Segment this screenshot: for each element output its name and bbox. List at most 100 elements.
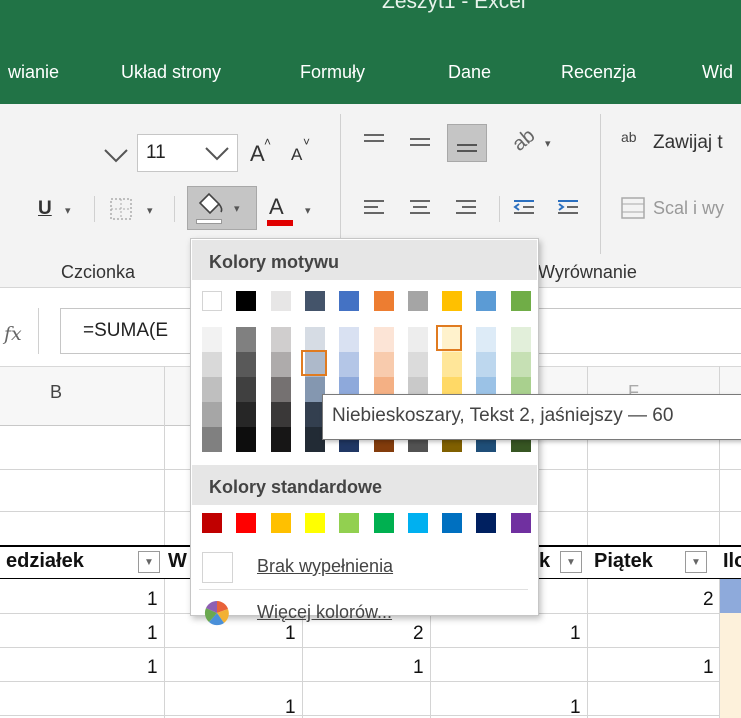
theme-color-swatch[interactable]: [202, 291, 222, 311]
filter-dropdown-icon[interactable]: ▼: [138, 551, 160, 573]
theme-shade-swatch[interactable]: [373, 327, 394, 352]
table-cell[interactable]: 1: [147, 623, 158, 645]
standard-color-swatch[interactable]: [339, 513, 360, 533]
theme-shade-swatch[interactable]: [270, 352, 291, 377]
standard-color-swatch[interactable]: [270, 513, 291, 533]
theme-color-swatch[interactable]: [339, 291, 360, 311]
theme-shade-swatch[interactable]: [476, 327, 497, 352]
font-name-dropdown[interactable]: [98, 138, 132, 170]
theme-shade-swatch[interactable]: [202, 402, 222, 427]
align-middle-button[interactable]: [404, 126, 436, 158]
theme-shade-swatch[interactable]: [236, 402, 257, 427]
filter-dropdown-icon[interactable]: ▼: [685, 551, 707, 573]
decrease-indent-button[interactable]: [508, 192, 540, 224]
standard-color-swatch[interactable]: [442, 513, 463, 533]
table-cell[interactable]: 2: [703, 589, 714, 611]
table-cell[interactable]: 1: [413, 657, 424, 679]
no-fill-label: Brak wypełnienia: [257, 556, 394, 576]
tab-formulas[interactable]: Formuły: [300, 62, 365, 83]
theme-shade-swatch[interactable]: [202, 427, 222, 452]
underline-button[interactable]: U ▾: [32, 190, 84, 228]
table-header-cell[interactable]: k: [539, 550, 550, 573]
table-cell[interactable]: 1: [285, 623, 296, 645]
no-fill-menu-item[interactable]: Brak wypełnienia: [257, 556, 393, 577]
theme-color-swatch[interactable]: [270, 291, 291, 311]
theme-shade-swatch[interactable]: [339, 352, 360, 377]
tab-review[interactable]: Recenzja: [561, 62, 636, 83]
theme-shade-swatch[interactable]: [202, 327, 222, 352]
theme-shade-swatch[interactable]: [270, 402, 291, 427]
filter-dropdown-icon[interactable]: ▼: [560, 551, 582, 573]
theme-color-swatch[interactable]: [373, 291, 394, 311]
theme-shade-swatch[interactable]: [407, 352, 428, 377]
standard-color-swatch[interactable]: [407, 513, 428, 533]
theme-color-swatch[interactable]: [476, 291, 497, 311]
theme-color-swatch[interactable]: [407, 291, 428, 311]
standard-color-swatch[interactable]: [202, 513, 222, 533]
align-bottom-icon: [457, 144, 477, 152]
theme-shade-swatch[interactable]: [236, 352, 257, 377]
wrap-text-button[interactable]: ab Zawijaj t: [616, 126, 741, 160]
tab-insert-partial[interactable]: wianie: [8, 62, 59, 83]
tab-data[interactable]: Dane: [448, 62, 491, 83]
fill-color-button[interactable]: ▾: [187, 186, 257, 230]
function-icon[interactable]: fx: [4, 323, 22, 345]
standard-color-swatch[interactable]: [510, 513, 531, 533]
more-colors-menu-item[interactable]: Więcej kolorów...: [257, 602, 392, 623]
table-cell[interactable]: 2: [413, 623, 424, 645]
table-header-cell[interactable]: Piątek: [594, 550, 653, 573]
theme-shade-swatch[interactable]: [270, 427, 291, 452]
theme-shade-swatch[interactable]: [236, 427, 257, 452]
font-color-button[interactable]: A ▾: [262, 190, 322, 230]
theme-color-swatch[interactable]: [304, 291, 325, 311]
standard-color-swatch[interactable]: [373, 513, 394, 533]
align-left-icon: [364, 200, 384, 214]
theme-shade-swatch[interactable]: [270, 327, 291, 352]
table-cell[interactable]: 1: [147, 657, 158, 679]
align-center-button[interactable]: [404, 192, 436, 224]
table-cell[interactable]: 1: [147, 589, 158, 611]
theme-shade-swatch[interactable]: [510, 352, 531, 377]
align-right-button[interactable]: [450, 192, 482, 224]
theme-shade-swatch[interactable]: [476, 352, 497, 377]
table-cell[interactable]: 1: [703, 657, 714, 679]
dropdown-arrow-icon[interactable]: ▾: [234, 202, 240, 215]
standard-color-swatch[interactable]: [236, 513, 257, 533]
tab-view-partial[interactable]: Wid: [702, 62, 733, 83]
standard-color-swatch[interactable]: [476, 513, 497, 533]
standard-color-swatch[interactable]: [304, 513, 325, 533]
no-fill-swatch[interactable]: [202, 552, 233, 583]
font-size-combobox[interactable]: 11: [137, 134, 238, 172]
theme-shade-swatch[interactable]: [236, 377, 257, 402]
theme-shade-swatch[interactable]: [202, 377, 222, 402]
increase-indent-button[interactable]: [552, 192, 584, 224]
borders-button[interactable]: ▾: [104, 190, 164, 228]
theme-shade-swatch[interactable]: [339, 327, 360, 352]
theme-shade-swatch[interactable]: [270, 377, 291, 402]
theme-shade-swatch[interactable]: [202, 352, 222, 377]
table-cell[interactable]: 1: [570, 697, 581, 718]
table-cell[interactable]: 1: [285, 697, 296, 718]
theme-shade-swatch[interactable]: [407, 327, 428, 352]
orientation-button[interactable]: ab ▾: [508, 125, 564, 158]
grow-font-button[interactable]: A ˄: [244, 134, 272, 170]
table-cell[interactable]: 1: [570, 623, 581, 645]
theme-color-swatch[interactable]: [442, 291, 463, 311]
theme-shade-swatch[interactable]: [442, 352, 463, 377]
theme-color-swatch[interactable]: [510, 291, 531, 311]
table-header-cell[interactable]: W: [168, 550, 187, 573]
theme-shade-swatch[interactable]: [510, 327, 531, 352]
column-header-b[interactable]: B: [50, 382, 62, 403]
table-header-cell[interactable]: Ilo: [723, 550, 741, 573]
table-header-cell[interactable]: edziałek: [6, 550, 84, 573]
align-left-button[interactable]: [358, 192, 390, 224]
align-bottom-button[interactable]: [447, 124, 487, 162]
align-top-button[interactable]: [358, 126, 390, 158]
tab-page-layout[interactable]: Układ strony: [121, 62, 221, 83]
theme-shade-swatch[interactable]: [373, 352, 394, 377]
theme-shade-swatch[interactable]: [236, 327, 257, 352]
theme-shade-swatch[interactable]: [304, 327, 325, 352]
theme-color-swatch[interactable]: [236, 291, 257, 311]
merge-center-button[interactable]: Scal i wy: [616, 190, 741, 226]
shrink-font-button[interactable]: A ˅: [285, 134, 313, 170]
